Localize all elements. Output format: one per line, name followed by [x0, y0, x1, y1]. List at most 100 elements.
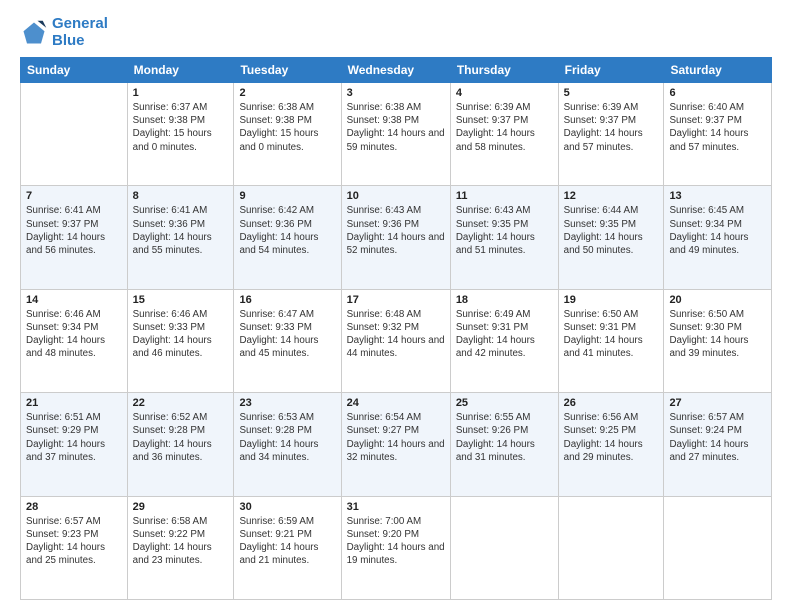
day-info: Sunrise: 6:46 AMSunset: 9:33 PMDaylight:…	[133, 308, 229, 361]
day-info: Sunrise: 6:55 AMSunset: 9:26 PMDaylight:…	[456, 411, 553, 464]
calendar-cell: 27 Sunrise: 6:57 AMSunset: 9:24 PMDayligh…	[664, 393, 772, 496]
weekday-header-saturday: Saturday	[664, 58, 772, 83]
calendar-cell: 1Sunrise: 6:37 AMSunset: 9:38 PMDaylight…	[127, 83, 234, 186]
calendar-cell: 23 Sunrise: 6:53 AMSunset: 9:28 PMDayligh…	[234, 393, 341, 496]
day-info: Sunrise: 6:38 AMSunset: 9:38 PMDaylight:…	[239, 101, 335, 154]
day-number: 17	[347, 294, 445, 306]
calendar-cell: 19Sunrise: 6:50 AMSunset: 9:31 PMDayligh…	[558, 289, 664, 392]
calendar-cell: 6 Sunrise: 6:40 AMSunset: 9:37 PMDaylight…	[664, 83, 772, 186]
calendar-cell	[450, 496, 558, 599]
day-info: Sunrise: 6:46 AMSunset: 9:34 PMDaylight:…	[26, 308, 122, 361]
calendar-cell: 24 Sunrise: 6:54 AMSunset: 9:27 PMDayligh…	[341, 393, 450, 496]
day-number: 3	[347, 87, 445, 99]
calendar-cell: 31 Sunrise: 7:00 AMSunset: 9:20 PMDayligh…	[341, 496, 450, 599]
day-number: 14	[26, 294, 122, 306]
day-number: 23	[239, 397, 335, 409]
day-info: Sunrise: 6:57 AMSunset: 9:23 PMDaylight:…	[26, 515, 122, 568]
day-info: Sunrise: 6:50 AMSunset: 9:30 PMDaylight:…	[669, 308, 766, 361]
calendar-week-row: 7Sunrise: 6:41 AMSunset: 9:37 PMDaylight…	[21, 186, 772, 289]
day-info: Sunrise: 6:42 AMSunset: 9:36 PMDaylight:…	[239, 204, 335, 257]
logo-text: General Blue	[52, 16, 108, 49]
page: General Blue SundayMondayTuesdayWednesda…	[0, 0, 792, 612]
calendar-cell: 8Sunrise: 6:41 AMSunset: 9:36 PMDaylight…	[127, 186, 234, 289]
calendar-cell: 18 Sunrise: 6:49 AMSunset: 9:31 PMDayligh…	[450, 289, 558, 392]
calendar-table: SundayMondayTuesdayWednesdayThursdayFrid…	[20, 57, 772, 600]
day-info: Sunrise: 6:59 AMSunset: 9:21 PMDaylight:…	[239, 515, 335, 568]
day-info: Sunrise: 6:56 AMSunset: 9:25 PMDaylight:…	[564, 411, 659, 464]
calendar-cell	[558, 496, 664, 599]
calendar-week-row: 14 Sunrise: 6:46 AMSunset: 9:34 PMDayligh…	[21, 289, 772, 392]
weekday-header-monday: Monday	[127, 58, 234, 83]
day-number: 31	[347, 501, 445, 513]
day-number: 10	[347, 190, 445, 202]
day-number: 13	[669, 190, 766, 202]
calendar-week-row: 1Sunrise: 6:37 AMSunset: 9:38 PMDaylight…	[21, 83, 772, 186]
day-number: 21	[26, 397, 122, 409]
day-number: 22	[133, 397, 229, 409]
calendar-cell: 26 Sunrise: 6:56 AMSunset: 9:25 PMDayligh…	[558, 393, 664, 496]
day-info: Sunrise: 6:57 AMSunset: 9:24 PMDaylight:…	[669, 411, 766, 464]
day-info: Sunrise: 6:38 AMSunset: 9:38 PMDaylight:…	[347, 101, 445, 154]
day-info: Sunrise: 6:53 AMSunset: 9:28 PMDaylight:…	[239, 411, 335, 464]
day-number: 30	[239, 501, 335, 513]
calendar-week-row: 28Sunrise: 6:57 AMSunset: 9:23 PMDayligh…	[21, 496, 772, 599]
day-info: Sunrise: 6:54 AMSunset: 9:27 PMDaylight:…	[347, 411, 445, 464]
day-number: 12	[564, 190, 659, 202]
day-number: 16	[239, 294, 335, 306]
weekday-header-sunday: Sunday	[21, 58, 128, 83]
calendar-cell: 17 Sunrise: 6:48 AMSunset: 9:32 PMDayligh…	[341, 289, 450, 392]
weekday-header-wednesday: Wednesday	[341, 58, 450, 83]
day-info: Sunrise: 6:41 AMSunset: 9:36 PMDaylight:…	[133, 204, 229, 257]
calendar-cell: 14 Sunrise: 6:46 AMSunset: 9:34 PMDayligh…	[21, 289, 128, 392]
day-info: Sunrise: 6:45 AMSunset: 9:34 PMDaylight:…	[669, 204, 766, 257]
day-number: 11	[456, 190, 553, 202]
weekday-header-thursday: Thursday	[450, 58, 558, 83]
calendar-cell: 30 Sunrise: 6:59 AMSunset: 9:21 PMDayligh…	[234, 496, 341, 599]
day-number: 29	[133, 501, 229, 513]
day-number: 18	[456, 294, 553, 306]
calendar-cell: 9Sunrise: 6:42 AMSunset: 9:36 PMDaylight…	[234, 186, 341, 289]
day-number: 2	[239, 87, 335, 99]
day-info: Sunrise: 6:58 AMSunset: 9:22 PMDaylight:…	[133, 515, 229, 568]
day-info: Sunrise: 6:47 AMSunset: 9:33 PMDaylight:…	[239, 308, 335, 361]
weekday-header-row: SundayMondayTuesdayWednesdayThursdayFrid…	[21, 58, 772, 83]
day-number: 5	[564, 87, 659, 99]
day-number: 26	[564, 397, 659, 409]
day-info: Sunrise: 6:39 AMSunset: 9:37 PMDaylight:…	[564, 101, 659, 154]
day-info: Sunrise: 6:39 AMSunset: 9:37 PMDaylight:…	[456, 101, 553, 154]
day-info: Sunrise: 6:52 AMSunset: 9:28 PMDaylight:…	[133, 411, 229, 464]
calendar-cell: 22 Sunrise: 6:52 AMSunset: 9:28 PMDayligh…	[127, 393, 234, 496]
day-number: 20	[669, 294, 766, 306]
calendar-cell: 15 Sunrise: 6:46 AMSunset: 9:33 PMDayligh…	[127, 289, 234, 392]
day-number: 19	[564, 294, 659, 306]
logo: General Blue	[20, 16, 108, 49]
calendar-cell: 13 Sunrise: 6:45 AMSunset: 9:34 PMDayligh…	[664, 186, 772, 289]
day-info: Sunrise: 6:49 AMSunset: 9:31 PMDaylight:…	[456, 308, 553, 361]
calendar-cell	[21, 83, 128, 186]
calendar-cell: 25 Sunrise: 6:55 AMSunset: 9:26 PMDayligh…	[450, 393, 558, 496]
calendar-cell: 5 Sunrise: 6:39 AMSunset: 9:37 PMDaylight…	[558, 83, 664, 186]
calendar-cell: 16 Sunrise: 6:47 AMSunset: 9:33 PMDayligh…	[234, 289, 341, 392]
day-info: Sunrise: 6:48 AMSunset: 9:32 PMDaylight:…	[347, 308, 445, 361]
calendar-cell	[664, 496, 772, 599]
day-info: Sunrise: 6:41 AMSunset: 9:37 PMDaylight:…	[26, 204, 122, 257]
day-number: 15	[133, 294, 229, 306]
day-info: Sunrise: 6:43 AMSunset: 9:36 PMDaylight:…	[347, 204, 445, 257]
day-info: Sunrise: 6:40 AMSunset: 9:37 PMDaylight:…	[669, 101, 766, 154]
day-info: Sunrise: 6:44 AMSunset: 9:35 PMDaylight:…	[564, 204, 659, 257]
day-number: 6	[669, 87, 766, 99]
day-number: 24	[347, 397, 445, 409]
day-number: 27	[669, 397, 766, 409]
calendar-cell: 10 Sunrise: 6:43 AMSunset: 9:36 PMDayligh…	[341, 186, 450, 289]
calendar-cell: 29 Sunrise: 6:58 AMSunset: 9:22 PMDayligh…	[127, 496, 234, 599]
day-info: Sunrise: 6:43 AMSunset: 9:35 PMDaylight:…	[456, 204, 553, 257]
day-number: 25	[456, 397, 553, 409]
weekday-header-friday: Friday	[558, 58, 664, 83]
header: General Blue	[20, 16, 772, 49]
calendar-cell: 21 Sunrise: 6:51 AMSunset: 9:29 PMDayligh…	[21, 393, 128, 496]
calendar-cell: 4Sunrise: 6:39 AMSunset: 9:37 PMDaylight…	[450, 83, 558, 186]
calendar-cell: 7Sunrise: 6:41 AMSunset: 9:37 PMDaylight…	[21, 186, 128, 289]
day-info: Sunrise: 6:51 AMSunset: 9:29 PMDaylight:…	[26, 411, 122, 464]
calendar-cell: 3 Sunrise: 6:38 AMSunset: 9:38 PMDaylight…	[341, 83, 450, 186]
day-info: Sunrise: 7:00 AMSunset: 9:20 PMDaylight:…	[347, 515, 445, 568]
